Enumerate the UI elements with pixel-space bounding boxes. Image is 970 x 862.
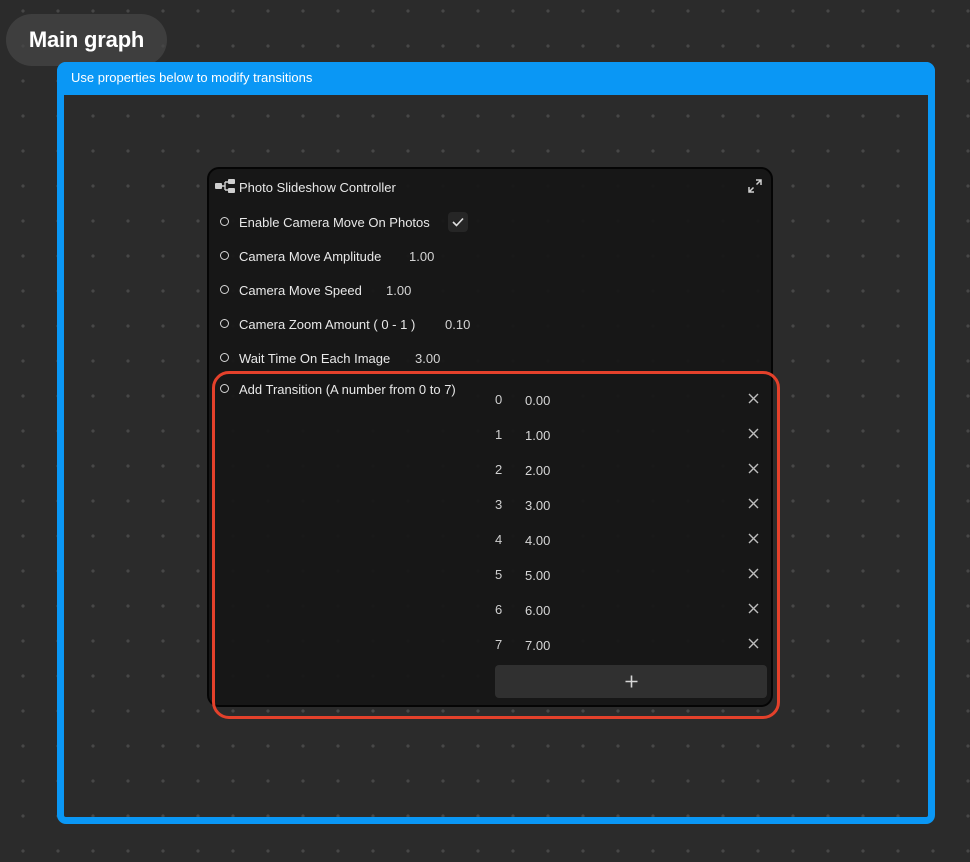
transition-list-item: 7 7.00: [495, 633, 765, 657]
transition-value-input[interactable]: 4.00: [525, 533, 550, 548]
group-comment: Use properties below to modify transitio…: [71, 70, 313, 85]
transition-value-input[interactable]: 1.00: [525, 428, 550, 443]
input-port[interactable]: [220, 217, 229, 226]
transition-value-input[interactable]: 5.00: [525, 568, 550, 583]
list-index: 4: [495, 532, 503, 547]
property-label: Camera Zoom Amount ( 0 - 1 ): [239, 316, 416, 332]
list-index: 1: [495, 427, 503, 442]
graph-name: Main graph: [28, 27, 145, 52]
list-index: 2: [495, 462, 503, 477]
input-port[interactable]: [220, 353, 229, 362]
node-header[interactable]: Photo Slideshow Controller: [209, 169, 771, 205]
transition-list-item: 2 2.00: [495, 458, 765, 482]
list-index: 3: [495, 497, 503, 512]
transition-value-input[interactable]: 6.00: [525, 603, 550, 618]
node-title: Photo Slideshow Controller: [239, 180, 396, 195]
close-icon[interactable]: [748, 428, 759, 439]
transition-value-input[interactable]: 0.00: [525, 393, 550, 408]
camera-move-speed-input[interactable]: 1.00: [386, 283, 411, 298]
property-camera-zoom-amount: Camera Zoom Amount ( 0 - 1 ) 0.10: [209, 313, 771, 335]
wait-time-input[interactable]: 3.00: [415, 351, 440, 366]
camera-zoom-amount-input[interactable]: 0.10: [445, 317, 470, 332]
property-label: Camera Move Amplitude: [239, 248, 382, 264]
input-port[interactable]: [220, 319, 229, 328]
property-label: Camera Move Speed: [239, 282, 362, 298]
close-icon[interactable]: [748, 533, 759, 544]
photo-slideshow-controller-node[interactable]: Photo Slideshow Controller Enable Camera…: [207, 167, 773, 707]
checkmark-icon: [452, 217, 464, 227]
transition-value-input[interactable]: 3.00: [525, 498, 550, 513]
property-wait-time: Wait Time On Each Image 3.00: [209, 347, 771, 369]
list-index: 6: [495, 602, 503, 617]
close-icon[interactable]: [748, 393, 759, 404]
close-icon[interactable]: [748, 463, 759, 474]
transition-list-item: 3 3.00: [495, 493, 765, 517]
property-enable-camera-move: Enable Camera Move On Photos: [209, 211, 771, 233]
transition-value-input[interactable]: 7.00: [525, 638, 550, 653]
camera-move-amplitude-input[interactable]: 1.00: [409, 249, 434, 264]
plus-icon: [625, 675, 637, 688]
transition-value-input[interactable]: 2.00: [525, 463, 550, 478]
input-port[interactable]: [220, 384, 229, 393]
property-label: Wait Time On Each Image: [239, 350, 391, 366]
close-icon[interactable]: [748, 638, 759, 649]
node-graph-icon: [215, 179, 235, 193]
list-index: 5: [495, 567, 503, 582]
property-camera-move-speed: Camera Move Speed 1.00: [209, 279, 771, 301]
input-port[interactable]: [220, 285, 229, 294]
close-icon[interactable]: [748, 568, 759, 579]
transition-list-item: 4 4.00: [495, 528, 765, 552]
list-index: 0: [495, 392, 503, 407]
property-label: Add Transition (A number from 0 to 7): [239, 381, 456, 397]
expand-icon[interactable]: [747, 178, 763, 194]
list-index: 7: [495, 637, 503, 652]
transition-list-item: 1 1.00: [495, 423, 765, 447]
input-port[interactable]: [220, 251, 229, 260]
enable-camera-move-checkbox[interactable]: [448, 212, 468, 232]
transition-list-item: 5 5.00: [495, 563, 765, 587]
close-icon[interactable]: [748, 498, 759, 509]
add-transition-button[interactable]: [495, 665, 767, 698]
property-camera-move-amplitude: Camera Move Amplitude 1.00: [209, 245, 771, 267]
group-frame-header[interactable]: Use properties below to modify transitio…: [57, 62, 935, 95]
transition-list-item: 0 0.00: [495, 388, 765, 412]
property-label: Enable Camera Move On Photos: [239, 214, 430, 230]
close-icon[interactable]: [748, 603, 759, 614]
graph-name-badge[interactable]: Main graph: [6, 14, 167, 66]
transition-list-item: 6 6.00: [495, 598, 765, 622]
